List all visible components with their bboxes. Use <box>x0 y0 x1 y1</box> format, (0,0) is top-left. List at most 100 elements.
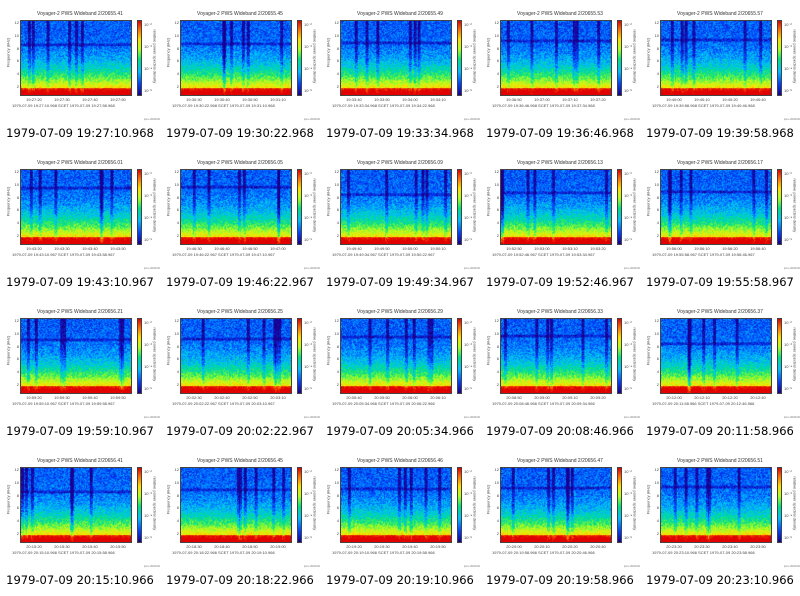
spectrogram-panel-18[interactable]: Voyager-2 PWS Wideband 2/20656.46 Freque… <box>320 447 481 596</box>
panel-caption[interactable]: 1979-07-09 20:05:34.966 <box>320 424 480 438</box>
plot-title: Voyager-2 PWS Wideband 2/20655.41 <box>37 11 123 17</box>
spectrogram-canvas <box>501 468 611 542</box>
y-tick-label: 12 <box>14 467 19 472</box>
x-tick-label: 19:56:40 <box>750 246 766 251</box>
spectrogram-panel-19[interactable]: Voyager-2 PWS Wideband 2/20656.47 Freque… <box>480 447 641 596</box>
colorbar-tick-label: 10⁻² <box>144 320 152 325</box>
spectrogram-panel-8[interactable]: Voyager-2 PWS Wideband 2/20656.09 Freque… <box>320 149 481 298</box>
y-tick-label: 10 <box>174 181 179 187</box>
spectrogram-panel-17[interactable]: Voyager-2 PWS Wideband 2/20656.45 Freque… <box>160 447 321 596</box>
x-tick-label: 20:05:40 <box>346 395 362 400</box>
plot-id: ipro-2021000001 <box>144 266 160 270</box>
spectrogram-panel-1[interactable]: Voyager-2 PWS Wideband 2/20655.41 Freque… <box>0 0 161 149</box>
y-axis-label: Frequency (kHz) <box>485 37 491 68</box>
x-tick-label: 20:09:00 <box>534 395 550 400</box>
panel-caption[interactable]: 1979-07-09 19:27:10.968 <box>0 126 160 140</box>
plot-id: ipro-2021000001 <box>784 266 800 270</box>
colorbar-ticks: 10⁻² 10⁻³ 10⁻⁴ 10⁻⁵ <box>304 18 316 98</box>
x-tick-label: 20:20:20 <box>562 544 578 549</box>
y-tick-label: 10 <box>334 181 339 187</box>
x-tick-label: 19:47:00 <box>270 246 286 251</box>
y-tick-label: 10 <box>494 181 499 187</box>
x-tick-label: 20:23:20 <box>666 544 682 549</box>
panel-caption[interactable]: 1979-07-09 19:30:22.968 <box>160 126 320 140</box>
x-tick-label: 20:23:50 <box>750 544 766 549</box>
y-axis-ticks: 12 10 8 6 4 2 <box>172 316 180 396</box>
y-tick-label: 6 <box>336 58 339 64</box>
y-tick-label: 10 <box>14 181 19 187</box>
spectrogram-panel-2[interactable]: Voyager-2 PWS Wideband 2/20655.45 Freque… <box>160 0 321 149</box>
spectrogram-canvas <box>661 170 771 244</box>
panel-caption[interactable]: 1979-07-09 20:11:58.966 <box>640 424 800 438</box>
spectrogram-panel-6[interactable]: Voyager-2 PWS Wideband 2/20656.01 Freque… <box>0 149 161 298</box>
x-tick-label: 19:50:10 <box>430 246 446 251</box>
colorbar-tick-label: 10⁻² <box>464 320 472 325</box>
spectrogram-panel-4[interactable]: Voyager-2 PWS Wideband 2/20655.53 Freque… <box>480 0 641 149</box>
spectrogram-panel-16[interactable]: Voyager-2 PWS Wideband 2/20656.41 Freque… <box>0 447 161 596</box>
x-tick-label: 20:18:50 <box>242 544 258 549</box>
colorbar-tick-label: 10⁻⁴ <box>144 513 153 518</box>
panel-caption[interactable]: 1979-07-09 20:02:22.967 <box>160 424 320 438</box>
colorbar-tick-label: 10⁻⁴ <box>304 364 313 369</box>
panel-caption[interactable]: 1979-07-09 20:23:10.966 <box>640 573 800 587</box>
spectrogram-panel-10[interactable]: Voyager-2 PWS Wideband 2/20656.17 Freque… <box>640 149 800 298</box>
spectrogram-panel-11[interactable]: Voyager-2 PWS Wideband 2/20656.21 Freque… <box>0 298 161 447</box>
y-tick-label: 2 <box>336 531 339 536</box>
x-tick-label: 20:19:20 <box>346 544 362 549</box>
panel-caption[interactable]: 1979-07-09 19:55:58.967 <box>640 275 800 289</box>
y-tick-label: 6 <box>496 505 499 511</box>
panel-caption[interactable]: 1979-07-09 20:19:10.966 <box>320 573 480 587</box>
spectrogram-panel-15[interactable]: Voyager-2 PWS Wideband 2/20656.37 Freque… <box>640 298 800 447</box>
panel-caption[interactable]: 1979-07-09 19:43:10.967 <box>0 275 160 289</box>
x-tick-label: 20:06:00 <box>402 395 418 400</box>
spectrogram-panel-7[interactable]: Voyager-2 PWS Wideband 2/20656.05 Freque… <box>160 149 321 298</box>
spectrogram-panel-9[interactable]: Voyager-2 PWS Wideband 2/20656.13 Freque… <box>480 149 641 298</box>
colorbar <box>617 318 622 394</box>
panel-caption[interactable]: 1979-07-09 20:19:58.966 <box>480 573 640 587</box>
y-tick-label: 2 <box>656 233 659 238</box>
spectrogram-panel-3[interactable]: Voyager-2 PWS Wideband 2/20655.49 Freque… <box>320 0 481 149</box>
panel-caption[interactable]: 1979-07-09 19:49:34.967 <box>320 275 480 289</box>
panel-caption[interactable]: 1979-07-09 19:46:22.967 <box>160 275 320 289</box>
colorbar-ticks: 10⁻² 10⁻³ 10⁻⁴ 10⁻⁵ <box>144 465 156 545</box>
panel-caption[interactable]: 1979-07-09 19:39:58.968 <box>640 126 800 140</box>
colorbar-ticks: 10⁻² 10⁻³ 10⁻⁴ 10⁻⁵ <box>144 167 156 247</box>
spectrogram-panel-20[interactable]: Voyager-2 PWS Wideband 2/20656.51 Freque… <box>640 447 800 596</box>
y-axis-ticks: 12 10 8 6 4 2 <box>172 18 180 98</box>
plot-title: Voyager-2 PWS Wideband 2/20656.41 <box>37 458 123 464</box>
spectrogram-panel-12[interactable]: Voyager-2 PWS Wideband 2/20656.25 Freque… <box>160 298 321 447</box>
y-tick-label: 6 <box>176 207 179 213</box>
colorbar-tick-label: 10⁻⁵ <box>624 386 633 391</box>
x-tick-label: 19:43:20 <box>26 246 42 251</box>
panel-caption[interactable]: 1979-07-09 20:08:46.966 <box>480 424 640 438</box>
spectrogram-image <box>340 20 452 96</box>
y-tick-label: 10 <box>14 330 19 336</box>
panel-caption[interactable]: 1979-07-09 20:15:10.966 <box>0 573 160 587</box>
colorbar-tick-label: 10⁻² <box>144 171 152 176</box>
y-tick-label: 2 <box>336 233 339 238</box>
panel-caption[interactable]: 1979-07-09 19:52:46.967 <box>480 275 640 289</box>
spectrogram-panel-13[interactable]: Voyager-2 PWS Wideband 2/20656.29 Freque… <box>320 298 481 447</box>
x-tick-label: 20:12:10 <box>694 395 710 400</box>
spectrogram-image <box>660 318 772 394</box>
colorbar <box>297 318 302 394</box>
y-tick-label: 4 <box>16 369 19 375</box>
plot-title: Voyager-2 PWS Wideband 2/20655.45 <box>197 11 283 17</box>
y-tick-label: 4 <box>496 369 499 375</box>
y-tick-label: 10 <box>654 181 659 187</box>
panel-caption[interactable]: 1979-07-09 20:18:22.966 <box>160 573 320 587</box>
colorbar-tick-label: 10⁻³ <box>464 193 472 198</box>
x-tick-label: 19:40:00 <box>666 97 682 102</box>
spectrogram-image <box>20 20 132 96</box>
x-tick-label: 19:34:00 <box>402 97 418 102</box>
colorbar-ticks: 10⁻² 10⁻³ 10⁻⁴ 10⁻⁵ <box>624 316 636 396</box>
plot-id: ipro-2021000001 <box>624 117 640 121</box>
y-tick-label: 8 <box>496 492 499 498</box>
colorbar-tick-label: 10⁻² <box>144 469 152 474</box>
x-tick-label: 20:03:10 <box>270 395 286 400</box>
panel-caption[interactable]: 1979-07-09 19:59:10.967 <box>0 424 160 438</box>
spectrogram-panel-14[interactable]: Voyager-2 PWS Wideband 2/20656.33 Freque… <box>480 298 641 447</box>
panel-caption[interactable]: 1979-07-09 19:33:34.968 <box>320 126 480 140</box>
spectrogram-panel-5[interactable]: Voyager-2 PWS Wideband 2/20655.57 Freque… <box>640 0 800 149</box>
panel-caption[interactable]: 1979-07-09 19:36:46.968 <box>480 126 640 140</box>
